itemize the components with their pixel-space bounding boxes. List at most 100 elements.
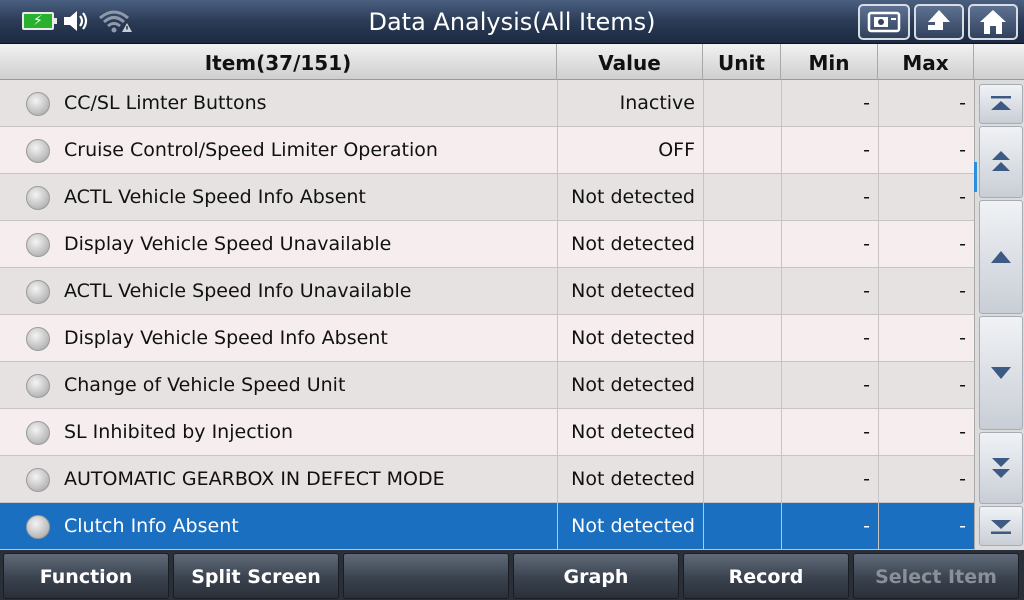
row-item-label: CC/SL Limter Buttons (64, 92, 267, 114)
row-radio-icon[interactable] (26, 421, 50, 445)
record-button[interactable]: Record (683, 553, 849, 599)
scroll-panel (974, 80, 1024, 550)
row-radio-icon[interactable] (26, 327, 50, 351)
page-down-button[interactable] (979, 432, 1023, 504)
row-value-cell: Not detected (571, 468, 695, 490)
row-min-cell: - (863, 515, 870, 537)
row-unit-cell (703, 409, 781, 456)
row-radio-icon[interactable] (26, 233, 50, 257)
data-table: CC/SL Limter Buttons Inactive - - Cruise Con… (0, 80, 974, 550)
row-item-label: AUTOMATIC GEARBOX IN DEFECT MODE (64, 468, 445, 490)
row-min-cell: - (863, 327, 870, 349)
row-value-cell: Not detected (571, 186, 695, 208)
select-item-button[interactable]: Select Item (853, 553, 1019, 599)
row-radio-icon[interactable] (26, 280, 50, 304)
row-min-cell: - (863, 468, 870, 490)
row-unit-cell (703, 80, 781, 127)
row-max-cell: - (959, 421, 966, 443)
column-divider (703, 80, 704, 550)
table-row[interactable]: SL Inhibited by Injection Not detected - - (0, 409, 974, 456)
page-down-icon (992, 458, 1010, 478)
row-item-label: Change of Vehicle Speed Unit (64, 374, 346, 396)
table-row[interactable]: ACTL Vehicle Speed Info Unavailable Not d… (0, 268, 974, 315)
row-unit-cell (703, 268, 781, 315)
column-divider (557, 80, 558, 550)
screenshot-button[interactable] (858, 4, 910, 40)
row-item-label: Cruise Control/Speed Limiter Operation (64, 139, 438, 161)
return-arrow-icon (928, 10, 950, 30)
row-max-cell: - (959, 233, 966, 255)
back-button[interactable] (914, 4, 964, 40)
row-item-label: SL Inhibited by Injection (64, 421, 294, 443)
row-min-cell: - (863, 139, 870, 161)
table-row[interactable]: Display Vehicle Speed Unavailable Not det… (0, 221, 974, 268)
row-value-cell: Inactive (619, 92, 695, 114)
table-header: Item(37/151) Value Unit Min Max (0, 44, 1024, 80)
page-up-icon (992, 151, 1010, 171)
row-item-label: Clutch Info Absent (64, 515, 239, 537)
scroll-top-button[interactable] (979, 84, 1023, 124)
scroll-down-button[interactable] (979, 316, 1023, 430)
table-row[interactable]: ACTL Vehicle Speed Info Absent Not detect… (0, 174, 974, 221)
split-screen-button[interactable]: Split Screen (173, 553, 339, 599)
graph-button[interactable]: Graph (513, 553, 679, 599)
scroll-bottom-icon (991, 520, 1011, 534)
row-radio-icon[interactable] (26, 515, 50, 539)
row-item-label: ACTL Vehicle Speed Info Unavailable (64, 280, 412, 302)
scroll-top-icon (991, 96, 1011, 110)
row-max-cell: - (959, 374, 966, 396)
row-min-cell: - (863, 421, 870, 443)
bottom-toolbar: Function Split Screen Graph Record Selec… (0, 550, 1024, 600)
row-min-cell: - (863, 92, 870, 114)
row-value-cell: Not detected (571, 280, 695, 302)
row-min-cell: - (863, 374, 870, 396)
table-row[interactable]: CC/SL Limter Buttons Inactive - - (0, 80, 974, 127)
function-button[interactable]: Function (3, 553, 169, 599)
row-value-cell: Not detected (571, 327, 695, 349)
row-radio-icon[interactable] (26, 468, 50, 492)
column-header-unit: Unit (703, 44, 781, 80)
row-radio-icon[interactable] (26, 186, 50, 210)
column-header-min: Min (781, 44, 878, 80)
table-row[interactable]: Clutch Info Absent Not detected - - (0, 503, 974, 550)
row-unit-cell (703, 315, 781, 362)
page-up-button[interactable] (979, 126, 1023, 198)
scrollbar-thumb[interactable] (974, 162, 977, 192)
row-unit-cell (703, 456, 781, 503)
screenshot-icon (867, 11, 901, 33)
row-max-cell: - (959, 280, 966, 302)
row-max-cell: - (959, 139, 966, 161)
title-bar: ⚡ Data Analysis(All Items) (0, 0, 1024, 44)
table-row[interactable]: AUTOMATIC GEARBOX IN DEFECT MODE Not dete… (0, 456, 974, 503)
row-unit-cell (703, 221, 781, 268)
row-min-cell: - (863, 186, 870, 208)
row-unit-cell (703, 127, 781, 174)
table-row[interactable]: Change of Vehicle Speed Unit Not detected… (0, 362, 974, 409)
scroll-bottom-button[interactable] (979, 506, 1023, 546)
home-button[interactable] (968, 4, 1018, 40)
row-max-cell: - (959, 186, 966, 208)
table-row[interactable]: Cruise Control/Speed Limiter Operation OF… (0, 127, 974, 174)
row-item-label: Display Vehicle Speed Unavailable (64, 233, 392, 255)
row-unit-cell (703, 503, 781, 550)
row-radio-icon[interactable] (26, 92, 50, 116)
column-header-max: Max (878, 44, 974, 80)
row-radio-icon[interactable] (26, 374, 50, 398)
scroll-up-icon (991, 251, 1011, 263)
home-icon (980, 10, 1006, 34)
table-row[interactable]: Display Vehicle Speed Info Absent Not det… (0, 315, 974, 362)
row-min-cell: - (863, 233, 870, 255)
row-max-cell: - (959, 92, 966, 114)
row-radio-icon[interactable] (26, 139, 50, 163)
row-item-label: Display Vehicle Speed Info Absent (64, 327, 388, 349)
column-divider (781, 80, 782, 550)
scroll-up-button[interactable] (979, 200, 1023, 314)
scroll-down-icon (991, 367, 1011, 379)
row-max-cell: - (959, 327, 966, 349)
column-header-value: Value (557, 44, 703, 80)
row-value-cell: Not detected (571, 421, 695, 443)
column-divider (878, 80, 879, 550)
row-max-cell: - (959, 468, 966, 490)
row-unit-cell (703, 362, 781, 409)
row-value-cell: Not detected (571, 374, 695, 396)
